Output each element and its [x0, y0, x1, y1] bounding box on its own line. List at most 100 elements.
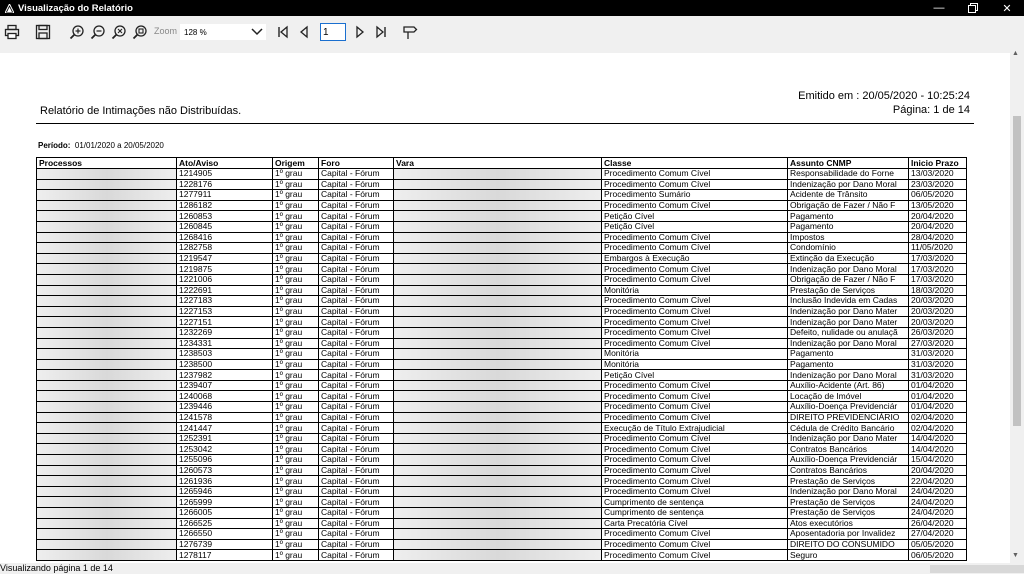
minimize-button[interactable]: — [922, 0, 956, 16]
redacted-cell [393, 274, 602, 286]
table-row: 1221006 1º grau Capital - Fórum Procediment… [36, 274, 967, 286]
redacted-cell [393, 486, 602, 498]
table-cell: Capital - Fórum [318, 507, 394, 519]
redacted-cell [36, 486, 177, 498]
table-cell: 1266005 [176, 507, 273, 519]
previous-page-icon [299, 25, 308, 39]
table-cell: 1º grau [272, 348, 319, 360]
table-cell: Procedimento Comum Cível [601, 179, 788, 191]
first-page-button[interactable] [273, 22, 293, 42]
table-cell: 1238500 [176, 359, 273, 371]
zoom-out-button[interactable] [88, 22, 108, 42]
table-cell: 1º grau [272, 200, 319, 212]
table-cell: Embargos à Execução [601, 253, 788, 265]
zoom-select[interactable]: 128 % [180, 24, 266, 40]
redacted-cell [393, 380, 602, 392]
table-cell: Procedimento Comum Cível [601, 401, 788, 413]
close-button[interactable]: ✕ [990, 0, 1024, 16]
redacted-cell [393, 327, 602, 339]
table-cell: 20/03/2020 [908, 295, 967, 307]
column-header: Foro [318, 157, 394, 169]
report-viewport[interactable]: Emitido em : 20/05/2020 - 10:25:24 Págin… [0, 48, 1010, 563]
table-cell: Auxílio-Doença Previdenciár [787, 401, 909, 413]
table-cell: 1214905 [176, 168, 273, 180]
table-cell: 20/04/2020 [908, 210, 967, 222]
column-header: Classe [601, 157, 788, 169]
table-cell: Procedimento Comum Cível [601, 200, 788, 212]
horizontal-scrollbar[interactable] [930, 565, 1024, 573]
print-button[interactable] [2, 22, 22, 42]
zoom-fit-button[interactable] [109, 22, 129, 42]
table-cell: 02/04/2020 [908, 412, 967, 424]
table-cell: 22/04/2020 [908, 475, 967, 487]
table-cell: Procedimento Comum Cível [601, 242, 788, 254]
redacted-cell [36, 454, 177, 466]
scroll-up-icon[interactable]: ▲ [1012, 50, 1019, 57]
table-row: 1237982 1º grau Capital - Fórum Petição Cív… [36, 369, 967, 381]
status-text: Visualizando página 1 de 14 [0, 563, 113, 573]
zoom-page-button[interactable] [130, 22, 150, 42]
table-cell: 1º grau [272, 443, 319, 456]
table-cell: 1º grau [272, 232, 319, 244]
table-cell: 1º grau [272, 263, 319, 275]
report-page: Emitido em : 20/05/2020 - 10:25:24 Págin… [0, 53, 1010, 563]
table-cell: Procedimento Comum Cível [601, 465, 788, 477]
zoom-in-button[interactable] [67, 22, 87, 42]
last-page-button[interactable] [371, 22, 391, 42]
redacted-cell [36, 549, 177, 561]
table-cell: Execução de Título Extrajudicial [601, 422, 788, 434]
table-cell: Capital - Fórum [318, 232, 394, 244]
table-cell: Atos executórios [787, 518, 909, 530]
table-header-row: Processos Ato/Aviso Origem Foro Vara Classe As… [36, 157, 967, 169]
table-cell: 1º grau [272, 422, 319, 434]
table-cell: 1º grau [272, 539, 319, 551]
previous-page-button[interactable] [294, 22, 314, 42]
scroll-down-icon[interactable]: ▼ [1012, 552, 1019, 559]
table-cell: Procedimento Comum Cível [601, 263, 788, 275]
table-cell: 31/03/2020 [908, 369, 967, 381]
redacted-cell [36, 306, 177, 318]
redacted-cell [393, 316, 602, 328]
table-cell: Capital - Fórum [318, 242, 394, 254]
status-bar: Visualizando página 1 de 14 [0, 563, 1024, 574]
floppy-disk-icon [35, 24, 51, 40]
table-cell: 1º grau [272, 486, 319, 498]
table-body: 1214905 1º grau Capital - Fórum Procediment… [36, 168, 967, 561]
table-cell: 17/03/2020 [908, 274, 967, 286]
table-cell: Pagamento [787, 221, 909, 233]
next-page-button[interactable] [350, 22, 370, 42]
table-cell: 01/04/2020 [908, 380, 967, 392]
page-number-input[interactable] [320, 23, 346, 41]
period: Período: 01/01/2020 a 20/05/2020 [38, 141, 164, 150]
table-cell: 26/04/2020 [908, 518, 967, 530]
table-row: 1266005 1º grau Capital - Fórum Cumprimento… [36, 507, 967, 519]
redacted-cell [36, 380, 177, 392]
restore-button[interactable] [956, 0, 990, 16]
table-cell: 13/03/2020 [908, 168, 967, 180]
scrollbar-thumb[interactable] [1013, 116, 1021, 426]
table-row: 1234331 1º grau Capital - Fórum Procediment… [36, 338, 967, 350]
table-cell: Procedimento Comum Cível [601, 168, 788, 180]
vertical-scrollbar[interactable]: ▲ ▼ [1010, 48, 1024, 563]
redacted-cell [36, 338, 177, 350]
table-cell: 01/04/2020 [908, 390, 967, 403]
redacted-cell [393, 433, 602, 445]
table-cell: Procedimento Comum Cível [601, 316, 788, 328]
redacted-cell [393, 443, 602, 456]
table-cell: 05/05/2020 [908, 539, 967, 551]
table-cell: DIREITO PREVIDENCIÁRIO [787, 412, 909, 424]
table-cell: Procedimento Comum Cível [601, 274, 788, 286]
table-cell: 23/03/2020 [908, 179, 967, 191]
table-cell: 1º grau [272, 528, 319, 540]
table-cell: Indenização por Dano Moral [787, 338, 909, 350]
table-cell: 1260573 [176, 465, 273, 477]
parameters-button[interactable] [400, 22, 420, 42]
table-cell: 1278117 [176, 549, 273, 561]
table-cell: Capital - Fórum [318, 327, 394, 339]
window-title: Visualização do Relatório [18, 2, 133, 14]
redacted-cell [393, 539, 602, 551]
table-cell: 06/05/2020 [908, 549, 967, 561]
table-cell: 1239446 [176, 401, 273, 413]
save-button[interactable] [33, 22, 53, 42]
table-cell: 1266550 [176, 528, 273, 540]
